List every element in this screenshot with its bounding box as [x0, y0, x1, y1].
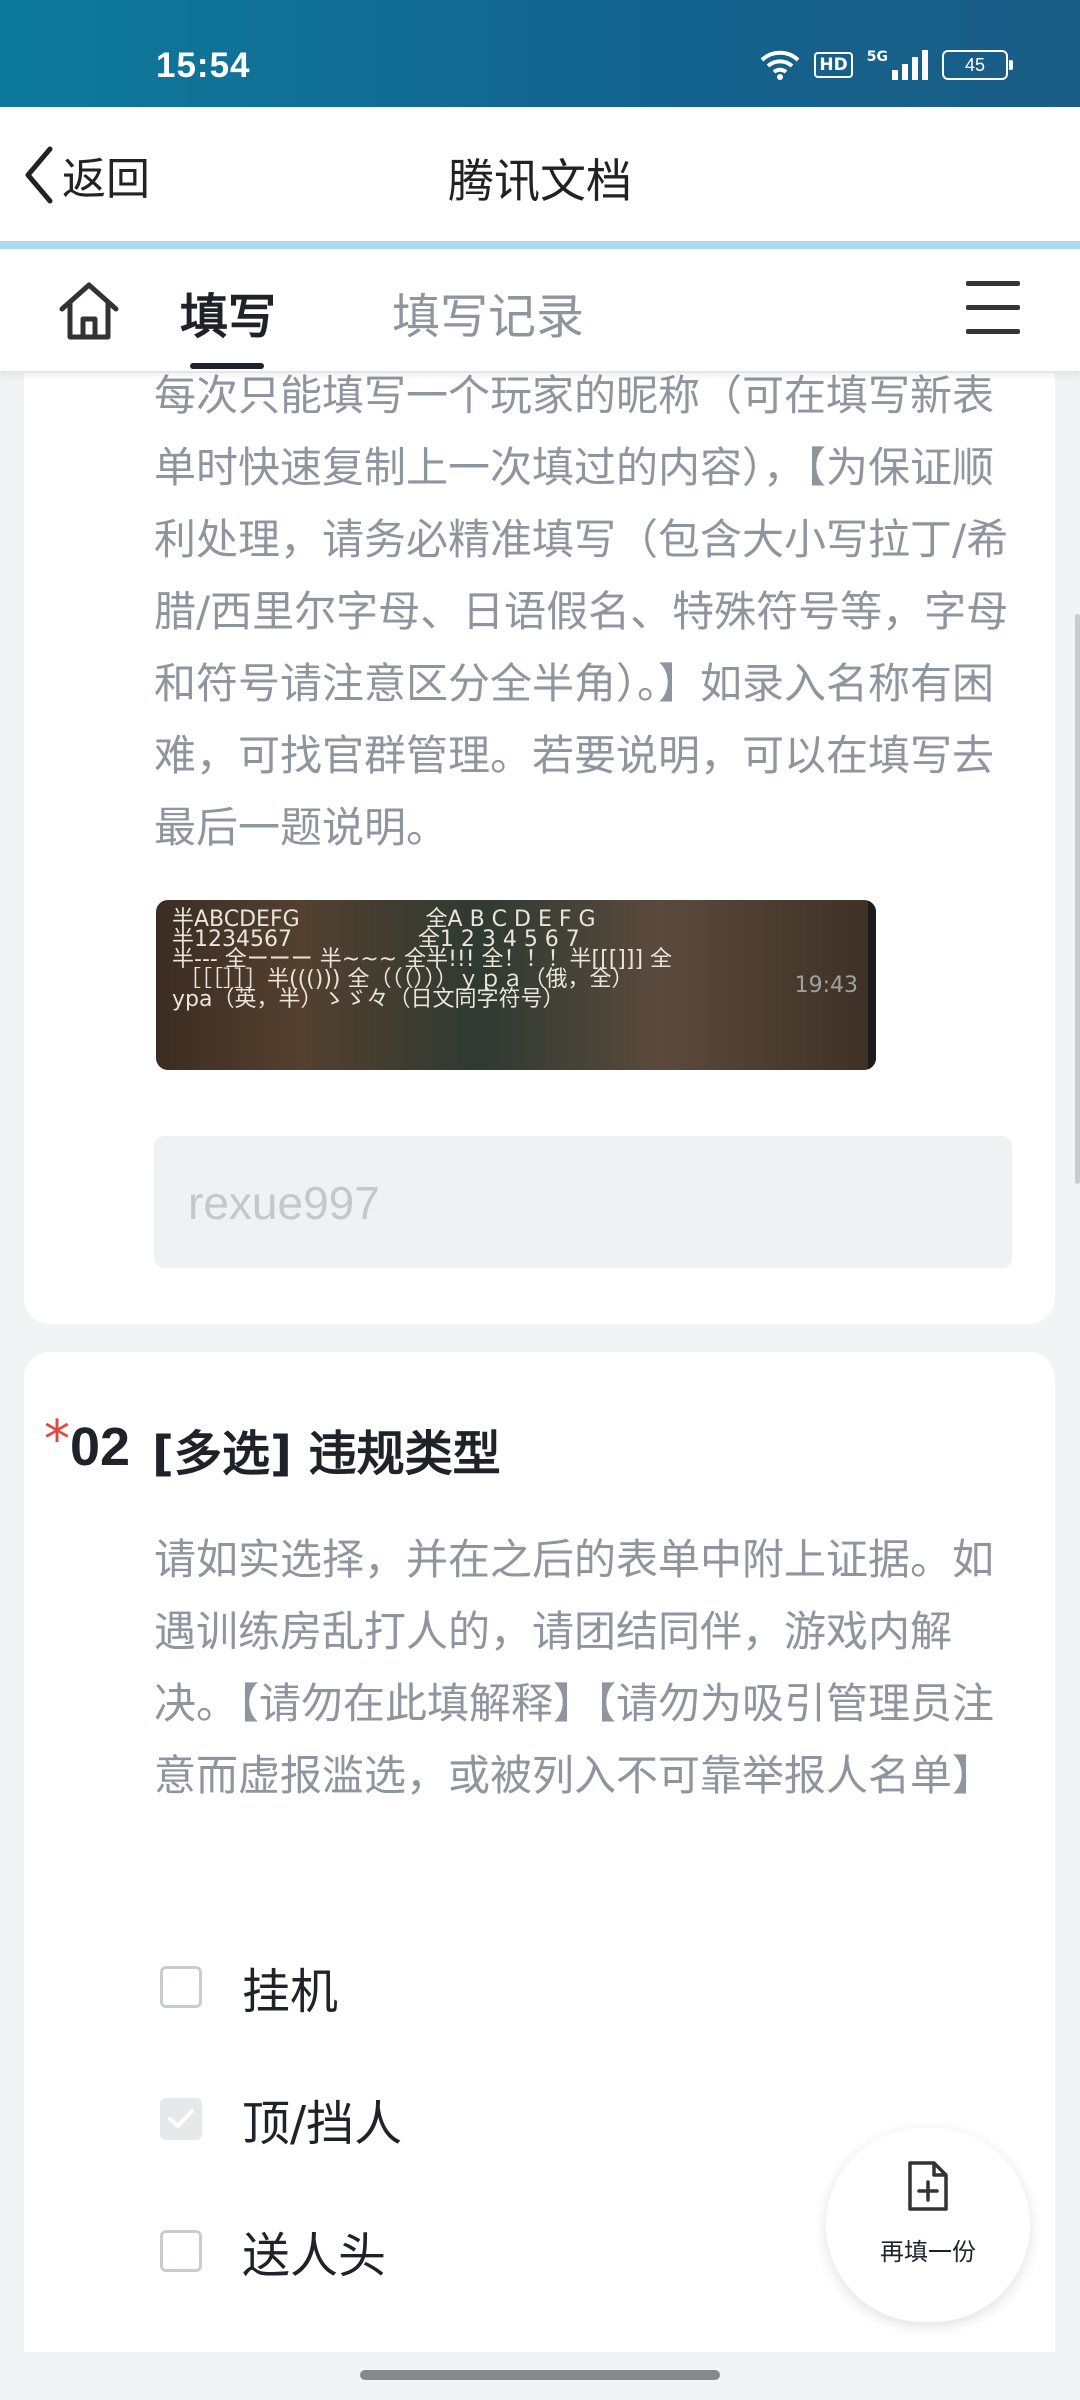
reference-image[interactable]: 半ABCDEFG 全A B C D E F G 半1234567 全1 2 3 … [156, 900, 876, 1070]
refill-label: 再填一份 [880, 2238, 976, 2266]
new-document-icon [908, 2161, 948, 2211]
status-icons: HD 5G 45 [760, 49, 1013, 80]
checkbox-checked[interactable] [160, 2098, 202, 2140]
image-timestamp: 19:43 [794, 973, 858, 998]
option-guaji[interactable]: 挂机 [160, 1952, 338, 2022]
image-edge [868, 900, 876, 1070]
checkbox[interactable] [160, 1966, 202, 2008]
refill-button[interactable]: 再填一份 [826, 2128, 1030, 2322]
image-text-line: ypa（英，半）ゝゞ々（日文同字符号） [172, 987, 565, 1012]
option-feed[interactable]: 送人头 [160, 2216, 386, 2286]
option-label: 挂机 [242, 1964, 339, 2020]
required-mark: * [44, 1410, 70, 1470]
wifi-icon [761, 50, 800, 80]
battery-icon: 45 [942, 50, 1013, 80]
tab-records[interactable]: 填写记录 [392, 277, 584, 347]
option-label: 顶/挡人 [242, 2096, 403, 2152]
status-time: 15:54 [156, 46, 251, 85]
question-description: 请如实选择，并在之后的表单中附上证据。如遇训练房乱打人的，请团结同伴，游戏内解决… [154, 1535, 995, 1800]
network-type: 5G [866, 49, 888, 65]
hd-icon: HD [814, 52, 853, 78]
home-indicator[interactable] [360, 2370, 720, 2380]
home-icon [59, 282, 119, 340]
nickname-input[interactable]: rexue997 [154, 1136, 1012, 1268]
scrollbar[interactable] [1075, 614, 1080, 1184]
progress-bar [0, 241, 1080, 249]
option-block[interactable]: 顶/挡人 [160, 2084, 402, 2154]
tab-fill[interactable]: 填写 [180, 277, 276, 347]
active-tab-indicator [190, 363, 264, 369]
status-bar: 15:54 HD 5G 45 [0, 0, 1080, 107]
tab-bar: 填写 填写记录 [0, 249, 1080, 373]
home-button[interactable] [56, 279, 122, 345]
question-card-01: 每次只能填写一个玩家的昵称（可在填写新表单时快速复制上一次填过的内容），【为保证… [24, 360, 1055, 1324]
check-icon [168, 2109, 194, 2128]
page-title: 腾讯文档 [448, 154, 632, 208]
option-label: 送人头 [242, 2228, 387, 2284]
app-header: 返回 腾讯文档 [0, 107, 1080, 241]
nickname-input-value: rexue997 [188, 1177, 380, 1229]
signal-icon [892, 50, 928, 80]
menu-icon[interactable] [966, 281, 1020, 353]
question-number: 02 [70, 1417, 131, 1477]
checkbox[interactable] [160, 2230, 202, 2272]
question-description: 每次只能填写一个玩家的昵称（可在填写新表单时快速复制上一次填过的内容），【为保证… [154, 371, 1009, 852]
question-title: [多选] 违规类型 [152, 1426, 501, 1482]
